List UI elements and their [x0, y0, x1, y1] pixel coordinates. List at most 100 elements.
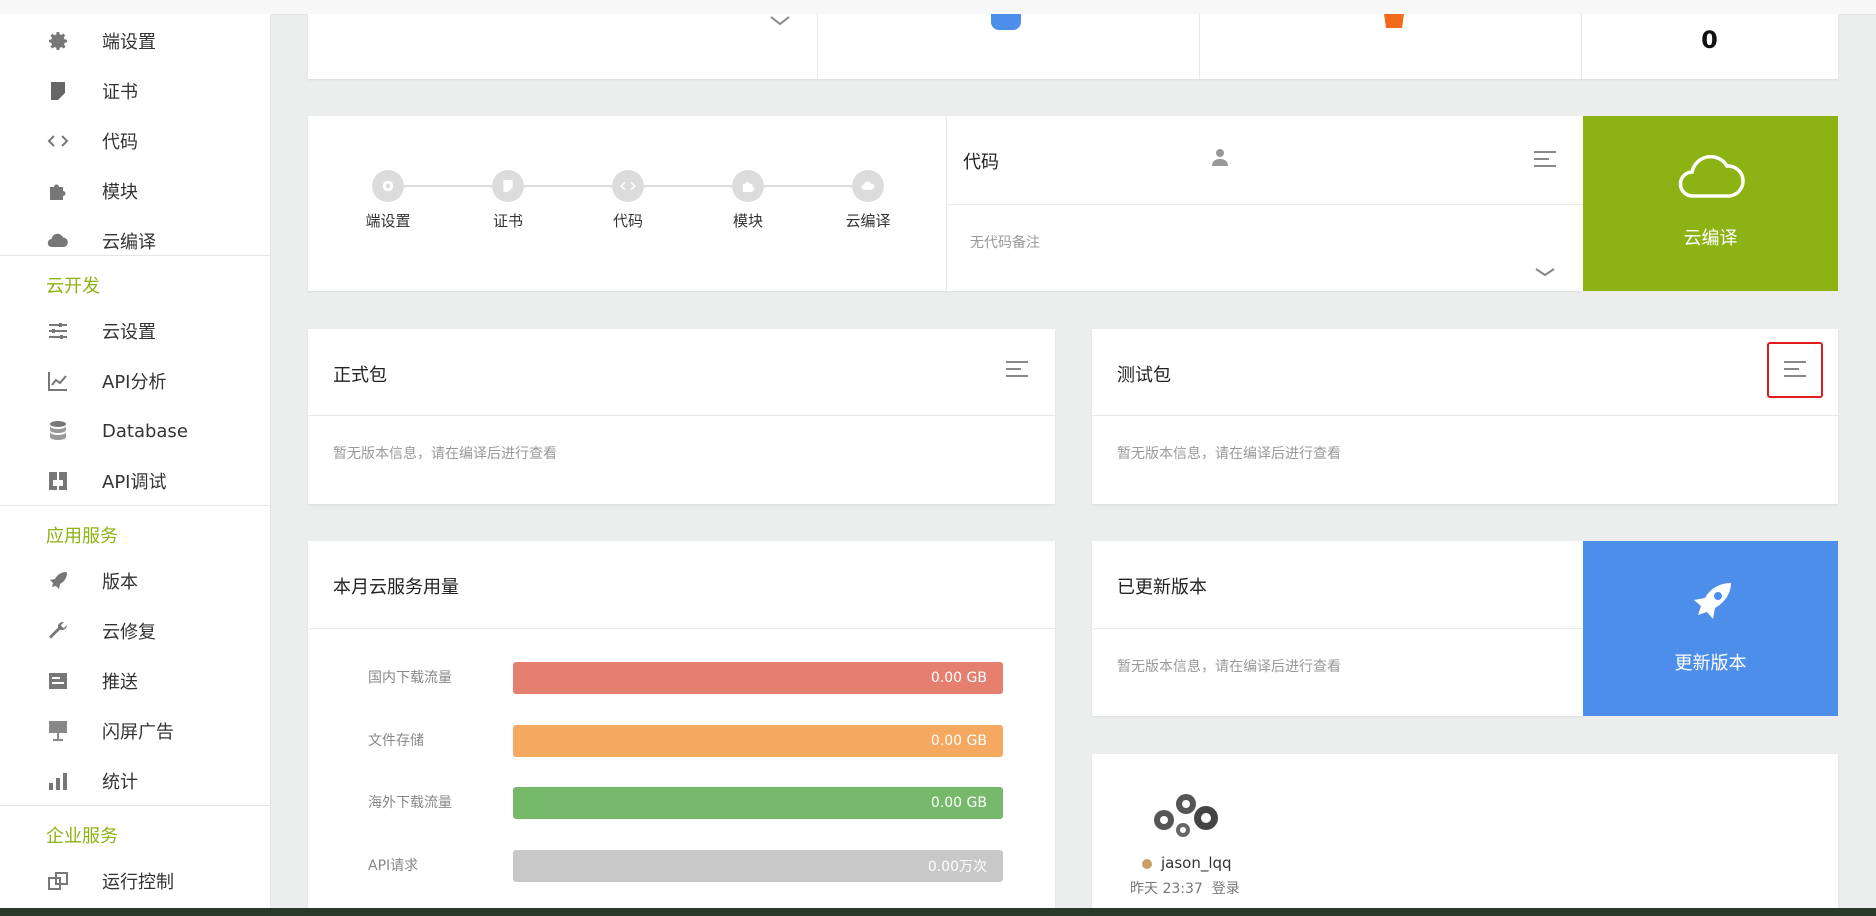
sidebar-section-cloud-dev: 云开发 [46, 276, 100, 297]
code-icon [612, 170, 644, 202]
divider [946, 204, 1583, 205]
count-value: 0 [1701, 26, 1718, 54]
rocket-icon [1694, 583, 1731, 619]
step-label: 代码 [612, 212, 643, 230]
browser-bookmark-strip [0, 0, 1876, 15]
cloud-icon [44, 229, 72, 253]
sidebar-item-api-debug[interactable]: API调试 [0, 456, 270, 506]
top-summary-card: 0 [308, 14, 1838, 79]
sidebar-item-push[interactable]: 推送 [0, 656, 270, 706]
sidebar-item-label: 代码 [102, 132, 138, 153]
sidebar-item-label: 运行控制 [102, 872, 174, 893]
activity-card: jason_lqq 昨天 23:37 登录 [1092, 754, 1838, 908]
activity-time: 昨天 23:37 登录 [1130, 878, 1240, 898]
usage-card-title: 本月云服务用量 [333, 577, 459, 598]
release-card-title: 正式包 [333, 365, 387, 386]
sidebar-item-cloud-fix[interactable]: 云修复 [0, 606, 270, 656]
status-dot [1142, 859, 1152, 869]
sidebar-item-cloud-settings[interactable]: 云设置 [0, 306, 270, 356]
chevron-down-icon[interactable] [1533, 266, 1557, 280]
debug-icon [44, 469, 72, 493]
release-menu-icon[interactable] [1006, 361, 1028, 379]
sidebar-item-label: Database [102, 420, 188, 442]
step-label: 云编译 [845, 212, 891, 230]
usage-bar-file-storage: 0.00 GB [513, 725, 1003, 757]
sidebar-section-enterprise: 企业服务 [46, 826, 118, 847]
usage-bar-api-requests: 0.00万次 [513, 850, 1003, 882]
code-note: 无代码备注 [970, 235, 1040, 251]
usage-bar-domestic-download: 0.00 GB [513, 662, 1003, 694]
sidebar-divider [0, 805, 270, 806]
usage-bar-overseas-download: 0.00 GB [513, 787, 1003, 819]
step-module[interactable]: 模块 [708, 170, 788, 231]
ad-icon [44, 719, 72, 743]
column-divider [1199, 14, 1200, 79]
sidebar-item-cloud-compile[interactable]: 云编译 [0, 216, 270, 266]
sidebar-item-client-settings[interactable]: 端设置 [0, 16, 270, 66]
sidebar-divider [0, 255, 270, 256]
code-menu-icon[interactable] [1534, 151, 1556, 169]
divider [1092, 628, 1583, 629]
gear-icon [44, 29, 72, 53]
puzzle-icon [732, 170, 764, 202]
cloud-compile-label: 云编译 [1683, 228, 1738, 249]
activity-timestamp: 昨天 23:37 [1130, 881, 1203, 897]
sidebar-item-api-analysis[interactable]: API分析 [0, 356, 270, 406]
sidebar-item-label: 闪屏广告 [102, 722, 174, 743]
gear-icon [372, 170, 404, 202]
push-icon [44, 669, 72, 693]
sidebar: 端设置 证书 代码 模块 云编译 云开发 云设置 API分析 Database … [0, 14, 271, 908]
updated-card-title: 已更新版本 [1117, 577, 1207, 598]
sidebar-item-version[interactable]: 版本 [0, 556, 270, 606]
usage-label: 国内下载流量 [368, 670, 452, 686]
cloud-icon [1678, 154, 1745, 198]
test-card-title: 测试包 [1117, 365, 1171, 386]
rocket-icon [44, 569, 72, 593]
step-cloud-compile[interactable]: 云编译 [828, 170, 908, 231]
usage-label: API请求 [368, 858, 419, 874]
updated-empty-message: 暂无版本信息，请在编译后进行查看 [1117, 659, 1341, 675]
wrench-icon [44, 619, 72, 643]
sidebar-item-label: 端设置 [102, 32, 156, 53]
user-icon [1212, 149, 1228, 166]
step-code[interactable]: 代码 [588, 170, 668, 231]
test-menu-icon[interactable] [1784, 361, 1806, 379]
sidebar-item-label: 云修复 [102, 622, 156, 643]
updated-version-card: 已更新版本 暂无版本信息，请在编译后进行查看 [1092, 541, 1583, 716]
database-icon [44, 419, 72, 443]
update-version-button[interactable]: 更新版本 [1583, 541, 1838, 716]
sidebar-item-statistics[interactable]: 统计 [0, 756, 270, 806]
divider [308, 415, 1055, 416]
activity-user[interactable]: jason_lqq [1161, 854, 1232, 872]
sidebar-item-label: 云编译 [102, 232, 156, 253]
sidebar-item-label: 推送 [102, 672, 138, 693]
sidebar-item-label: 证书 [102, 82, 138, 103]
certificate-icon [492, 170, 524, 202]
step-label: 证书 [492, 212, 523, 230]
step-label: 模块 [732, 212, 763, 230]
sidebar-item-label: API分析 [102, 372, 167, 393]
sidebar-item-module[interactable]: 模块 [0, 166, 270, 216]
sliders-icon [44, 319, 72, 343]
release-package-card: 正式包 暂无版本信息，请在编译后进行查看 [308, 329, 1055, 504]
sidebar-item-splash-ad[interactable]: 闪屏广告 [0, 706, 270, 756]
chevron-down-icon[interactable] [768, 14, 792, 30]
sidebar-item-label: API调试 [102, 472, 167, 493]
step-client-settings[interactable]: 端设置 [348, 170, 428, 231]
sidebar-item-code[interactable]: 代码 [0, 116, 270, 166]
sidebar-divider [0, 505, 270, 506]
sidebar-item-label: 云设置 [102, 322, 156, 343]
gears-icon [1154, 794, 1218, 837]
sidebar-item-label: 模块 [102, 182, 138, 203]
activity-action: 登录 [1211, 881, 1240, 897]
sidebar-item-runtime-control[interactable]: 运行控制 [0, 856, 270, 906]
sidebar-item-database[interactable]: Database [0, 406, 270, 456]
cloud-compile-button[interactable]: 云编译 [1583, 116, 1838, 291]
user-icon [991, 14, 1021, 30]
line-chart-icon [44, 369, 72, 393]
step-certificate[interactable]: 证书 [468, 170, 548, 231]
sidebar-item-certificate[interactable]: 证书 [0, 66, 270, 116]
divider [308, 628, 1055, 629]
fire-icon [1384, 14, 1404, 28]
usage-label: 文件存储 [368, 733, 424, 749]
